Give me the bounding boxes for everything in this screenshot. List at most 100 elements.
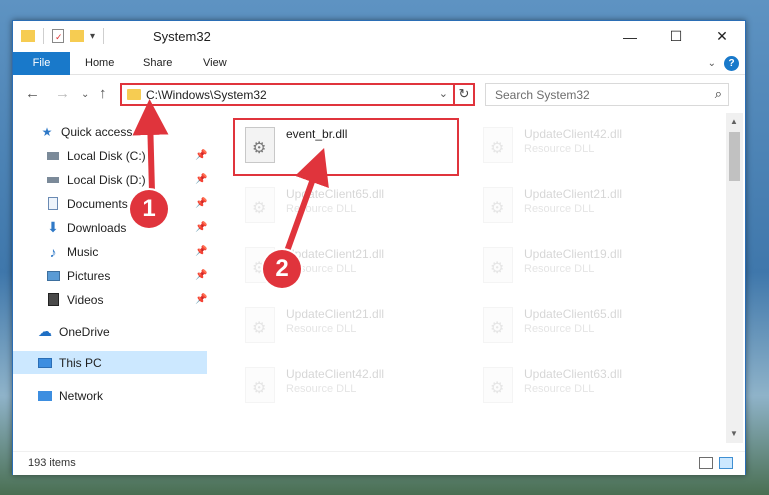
expand-ribbon-icon[interactable]: ⌄ <box>708 58 716 69</box>
sidebar-item-label: Pictures <box>67 268 111 283</box>
folder-icon <box>127 89 141 100</box>
file-item[interactable]: ⚙ UpdateClient65.dll Resource DLL <box>237 181 462 227</box>
chevron-down-icon[interactable]: ⌄ <box>439 87 448 100</box>
file-type: Resource DLL <box>286 383 357 395</box>
sidebar-item-network[interactable]: Network <box>37 384 209 407</box>
properties-icon[interactable]: ✓ <box>52 29 64 43</box>
address-bar[interactable]: C:\Windows\System32 ⌄ <box>120 83 474 106</box>
file-item[interactable]: ⚙ UpdateClient42.dll Resource DLL <box>237 361 462 407</box>
pictures-icon <box>45 268 61 284</box>
file-item[interactable]: ⚙ UpdateClient19.dll Resource DLL <box>475 241 700 287</box>
refresh-icon: ↻ <box>458 86 470 101</box>
sidebar-item-label: Quick access <box>61 124 133 139</box>
forward-arrow-icon[interactable]: → <box>55 85 70 102</box>
file-name: UpdateClient21.dll <box>286 307 385 321</box>
ribbon-tabs: File Home Share View ⌄ ? <box>13 52 745 75</box>
sidebar-item-videos[interactable]: Videos 📌 <box>45 288 209 311</box>
file-item[interactable]: ⚙ UpdateClient65.dll Resource DLL <box>475 301 700 347</box>
item-count: 193 items <box>28 457 76 469</box>
sidebar-item-quick-access[interactable]: ★ Quick access <box>39 120 209 143</box>
maximize-button[interactable]: ☐ <box>653 21 699 52</box>
gear-icon: ⚙ <box>490 380 505 397</box>
pin-icon[interactable]: 📌 <box>195 270 207 281</box>
gear-icon: ⚙ <box>490 140 505 157</box>
close-button[interactable]: ✕ <box>699 21 745 52</box>
tab-file[interactable]: File <box>13 52 70 75</box>
dll-file-icon: ⚙ <box>483 307 513 343</box>
file-item[interactable]: ⚙ UpdateClient21.dll Resource DLL <box>475 181 700 227</box>
refresh-button[interactable]: ↻ <box>453 83 475 106</box>
documents-icon <box>45 196 61 212</box>
up-arrow-icon[interactable]: ↑ <box>99 85 107 102</box>
details-view-icon[interactable] <box>699 457 713 469</box>
file-name: UpdateClient42.dll <box>286 367 385 381</box>
sidebar-item-label: This PC <box>59 355 102 370</box>
file-item[interactable]: ⚙ UpdateClient21.dll Resource DLL <box>237 301 462 347</box>
address-path[interactable]: C:\Windows\System32 <box>146 88 267 102</box>
pin-icon[interactable]: 📌 <box>195 246 207 257</box>
sidebar-item-label: OneDrive <box>59 324 110 339</box>
large-icons-view-icon[interactable] <box>719 457 733 469</box>
scroll-thumb[interactable] <box>729 132 740 181</box>
tab-share[interactable]: Share <box>143 52 172 75</box>
quick-access-toolbar: ✓ ▾ <box>21 28 106 44</box>
window-title: System32 <box>153 29 211 44</box>
search-input[interactable]: Search System32 ⌕ <box>485 83 729 106</box>
drive-icon <box>45 148 61 164</box>
computer-icon <box>37 355 53 371</box>
pin-icon[interactable]: 📌 <box>195 294 207 305</box>
file-name: UpdateClient65.dll <box>524 307 623 321</box>
scroll-down-icon[interactable]: ▼ <box>730 429 738 438</box>
dll-file-icon: ⚙ <box>483 127 513 163</box>
star-icon: ★ <box>41 124 53 139</box>
file-item[interactable]: ⚙ UpdateClient42.dll Resource DLL <box>475 121 700 167</box>
customize-toolbar-icon[interactable]: ▾ <box>90 31 95 42</box>
sidebar-item-label: Downloads <box>67 220 127 235</box>
sidebar-item-this-pc[interactable]: This PC <box>13 351 207 374</box>
gear-icon: ⚙ <box>490 200 505 217</box>
vertical-scrollbar[interactable]: ▲ ▼ <box>726 113 743 443</box>
back-arrow-icon[interactable]: ← <box>25 85 40 102</box>
sidebar-item-label: Local Disk (D:) <box>67 172 146 187</box>
folder-icon <box>21 30 35 42</box>
search-placeholder: Search System32 <box>495 88 590 102</box>
pin-icon[interactable]: 📌 <box>195 222 207 233</box>
scroll-up-icon[interactable]: ▲ <box>730 117 738 126</box>
videos-icon <box>45 292 61 308</box>
help-icon[interactable]: ? <box>724 56 739 71</box>
sidebar-item-label: Music <box>67 244 99 259</box>
sidebar-item-local-disk-d[interactable]: Local Disk (D:) 📌 <box>45 168 209 191</box>
search-icon: ⌕ <box>714 86 722 101</box>
gear-icon: ⚙ <box>252 200 267 217</box>
pin-icon[interactable]: 📌 <box>195 174 207 185</box>
sidebar-item-music[interactable]: ♪ Music 📌 <box>45 240 209 263</box>
sidebar-item-pictures[interactable]: Pictures 📌 <box>45 264 209 287</box>
tab-view[interactable]: View <box>203 52 227 75</box>
sidebar-item-documents[interactable]: Documents 📌 <box>45 192 209 215</box>
file-type: Resource DLL <box>524 383 595 395</box>
recent-locations-icon[interactable]: ⌄ <box>81 89 89 100</box>
sidebar-item-onedrive[interactable]: ☁ OneDrive <box>37 320 209 343</box>
sidebar-item-downloads[interactable]: ⬇ Downloads 📌 <box>45 216 209 239</box>
sidebar-item-label: Local Disk (C:) <box>67 148 146 163</box>
dll-file-icon: ⚙ <box>245 307 275 343</box>
title-bar: ✓ ▾ System32 — ☐ ✕ <box>13 21 745 52</box>
pin-icon[interactable]: 📌 <box>195 150 207 161</box>
navigation-pane: ★ Quick access Local Disk (C:) 📌 Local D… <box>13 113 209 443</box>
file-name: UpdateClient21.dll <box>524 187 623 201</box>
dll-file-icon: ⚙ <box>245 187 275 223</box>
file-item[interactable]: ⚙ UpdateClient63.dll Resource DLL <box>475 361 700 407</box>
dll-file-icon: ⚙ <box>483 367 513 403</box>
tab-home[interactable]: Home <box>85 52 114 75</box>
sidebar-item-label: Network <box>59 388 104 403</box>
sidebar-item-local-disk-c[interactable]: Local Disk (C:) 📌 <box>45 144 209 167</box>
minimize-button[interactable]: — <box>607 21 653 52</box>
explorer-window: ✓ ▾ System32 — ☐ ✕ File Home Share View … <box>12 20 746 475</box>
sidebar-item-label: Videos <box>67 292 104 307</box>
cloud-icon: ☁ <box>38 323 52 339</box>
new-folder-icon[interactable] <box>70 30 84 42</box>
address-row: ← → ⌄ ↑ C:\Windows\System32 ⌄ ↻ Search S… <box>13 75 745 113</box>
gear-icon: ⚙ <box>490 260 505 277</box>
pin-icon[interactable]: 📌 <box>195 198 207 209</box>
drive-icon <box>45 172 61 188</box>
